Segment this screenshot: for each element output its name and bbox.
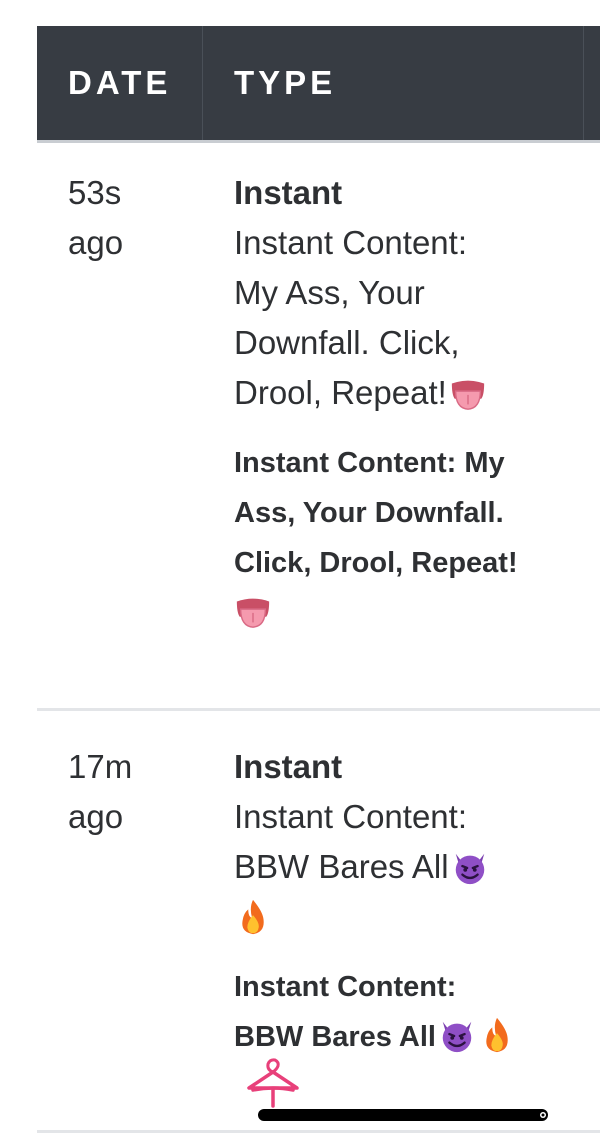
column-header-type[interactable]: TYPE [234,64,336,102]
type-title: Instant [234,748,343,785]
date-value: 53s [68,174,122,211]
fire-emoji [478,1016,516,1054]
type-description: Instant Content: My Ass, Your Downfall. … [234,218,574,418]
type-cell: Instant Instant Content: BBW Bares All I… [234,742,574,1062]
type-cell: Instant Instant Content: My Ass, Your Do… [234,168,574,638]
bold-line: Instant Content: My [234,447,505,479]
tongue-emoji [449,374,487,412]
date-suffix: ago [68,224,124,261]
description-line: My Ass, Your [234,274,425,311]
pink-clothes-hanger-icon[interactable] [245,1056,301,1112]
top-strip [0,0,600,26]
date-cell: 53s ago [68,168,188,268]
type-title: Instant [234,174,343,211]
description-line-last: Drool, Repeat! [234,368,574,418]
header-underline [37,140,600,143]
row-divider [37,708,600,711]
description-line: Downfall. Click, [234,324,460,361]
type-bold-summary: Instant Content: My Ass, Your Downfall. … [234,438,574,638]
bold-line-text: BBW Bares All [234,1021,436,1053]
description-line-with-emoji: BBW Bares All [234,842,574,892]
table-row[interactable]: 53s ago Instant Instant Content: My Ass,… [37,168,600,708]
type-bold-summary: Instant Content: BBW Bares All [234,962,574,1062]
table-row[interactable]: 17m ago Instant Instant Content: BBW Bar… [37,742,600,1112]
fire-emoji [234,898,272,936]
table-header: DATE TYPE [37,26,600,140]
header-separator [202,26,203,140]
header-separator [583,26,584,140]
bold-line: Ass, Your Downfall. [234,497,504,529]
dots-icon [530,1108,548,1122]
description-line: Instant Content: [234,798,467,835]
description-line-text: Drool, Repeat! [234,374,447,411]
description-line: Instant Content: [234,224,467,261]
bold-line-emoji [234,588,574,638]
description-line-text: BBW Bares All [234,848,449,885]
type-description: Instant Content: BBW Bares All [234,792,574,942]
bold-line: Instant Content: [234,971,457,1003]
column-header-date[interactable]: DATE [68,64,171,102]
smiling-devil-emoji [438,1016,476,1054]
bold-line-with-emoji: BBW Bares All [234,1012,574,1062]
page: DATE TYPE 53s ago Instant Instant Conten… [0,0,600,1140]
date-value: 17m [68,748,133,785]
date-cell: 17m ago [68,742,188,842]
description-line-emoji [234,892,574,942]
row-divider [37,1130,600,1133]
date-suffix: ago [68,798,124,835]
smiling-devil-emoji [451,848,489,886]
bold-line: Click, Drool, Repeat! [234,547,518,579]
tongue-emoji [234,592,272,630]
home-indicator[interactable] [258,1109,548,1121]
